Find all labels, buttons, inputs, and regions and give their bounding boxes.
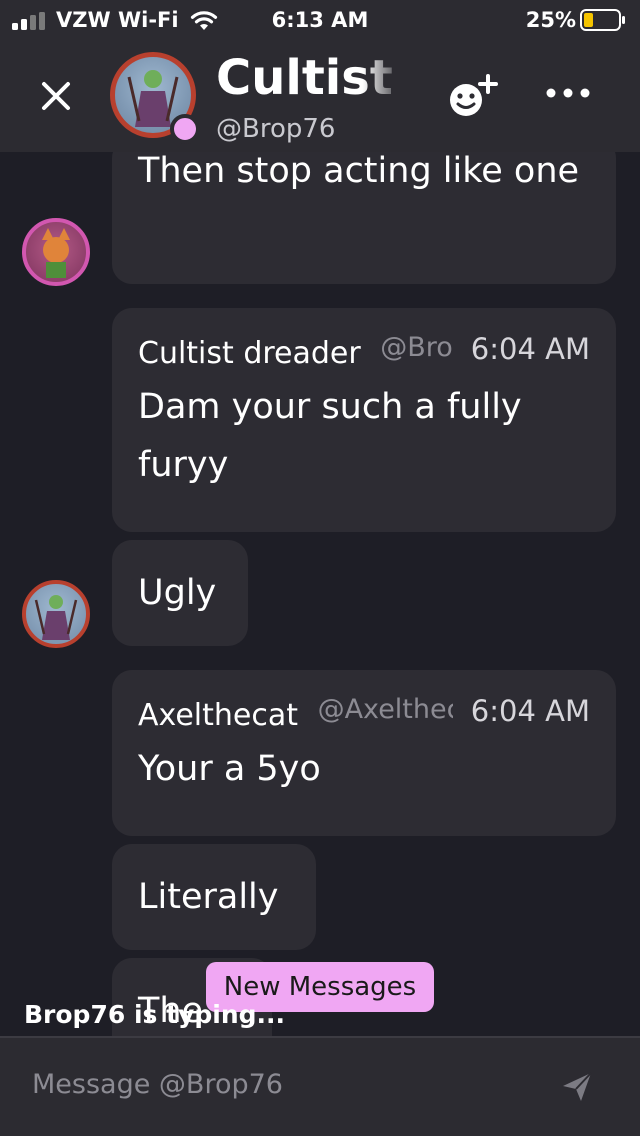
status-bar: VZW Wi-Fi 6:13 AM 25% [0,0,640,40]
message-input[interactable] [20,1052,540,1116]
online-status-dot [170,114,200,144]
add-friend-icon[interactable] [446,74,498,120]
chat-header: Cultist dreader @Brop76 [0,40,640,152]
message-bubble[interactable]: Literally [112,844,316,950]
message-timestamp: 6:04 AM [452,694,590,728]
message-text: Dam your such a fully furyy [138,387,522,485]
message-header: Cultist dreader @Brop76 6:04 AM [138,332,590,371]
send-icon[interactable] [560,1070,594,1104]
message-author[interactable]: Cultist dreader [138,336,361,371]
message-bubble[interactable]: Then stop acting like one [112,152,616,284]
message-bubble[interactable]: Axelthecat @Axelthecat 6:04 AM Your a 5y… [112,670,616,836]
message-list[interactable]: Then stop acting like one Cultist dreade… [0,152,640,1036]
avatar[interactable] [22,218,90,286]
message-header: Axelthecat @Axelthecat 6:04 AM [138,694,590,733]
close-icon[interactable] [36,76,76,116]
message-timestamp: 6:04 AM [452,332,590,366]
header-title[interactable]: Cultist dreader [216,50,404,106]
message-author[interactable]: Axelthecat [138,698,298,733]
message-bubble[interactable]: Ugly [112,540,248,646]
message-handle: @Axelthecat [317,694,465,725]
cultist-figure-icon [34,595,78,640]
message-text: Then stop acting like one [138,152,580,191]
typing-indicator: Brop76 is typing... [24,1000,285,1029]
message-handle: @Brop76 [380,332,464,363]
battery-icon [580,9,625,31]
message-text: Ugly [138,573,217,613]
message-composer [0,1036,640,1136]
message-text: Your a 5yo [138,749,321,789]
header-subtitle: @Brop76 [216,114,336,144]
battery-percentage: 25% [525,8,576,32]
message-text: Literally [138,877,279,917]
more-icon[interactable] [544,86,592,100]
message-bubble[interactable]: Cultist dreader @Brop76 6:04 AM Dam your… [112,308,616,532]
avatar[interactable] [22,580,90,648]
cat-avatar-icon [42,228,70,278]
